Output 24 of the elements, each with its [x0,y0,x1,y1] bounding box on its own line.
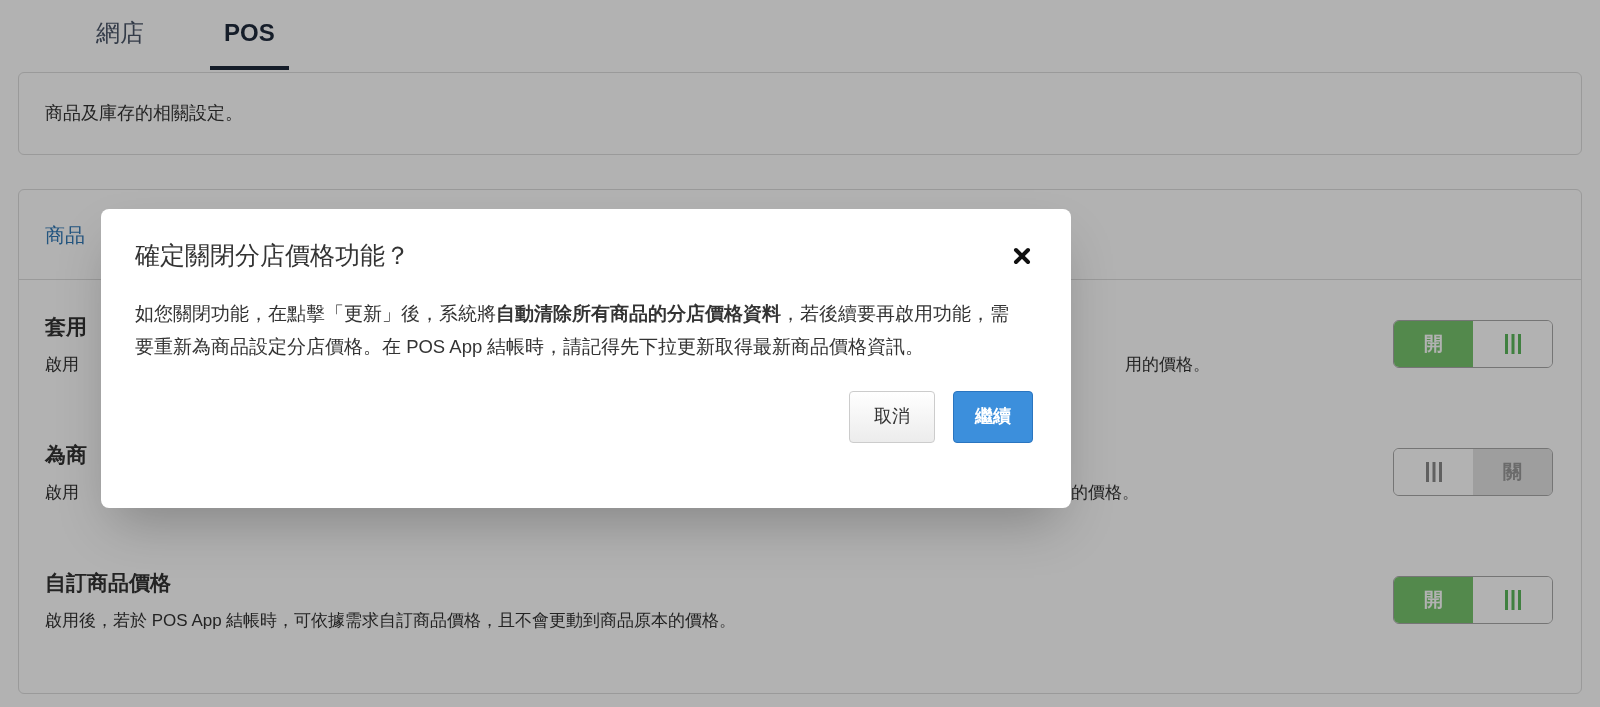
section-title: 商品 [45,222,85,248]
toggle-label: 開 [1394,321,1473,367]
setting-description: 啟用後，若於 POS App 結帳時，可依據需求自訂商品價格，且不會更動到商品原本的價格。 [45,610,737,632]
setting-description: 用的價格。 [1125,354,1210,376]
toggle-switch[interactable]: 開 [1393,320,1553,368]
toggle-switch[interactable]: 開 [1393,576,1553,624]
bars-icon [1425,462,1442,482]
continue-button[interactable]: 繼續 [953,390,1033,443]
setting-description: 的價格。 [1071,482,1139,504]
setting-description: 啟用 [45,354,79,376]
setting-title: 自訂商品價格 [45,569,171,596]
dialog-title: 確定關閉分店價格功能？ [135,240,410,271]
close-icon[interactable] [1013,246,1031,265]
bars-icon [1504,334,1521,354]
tab[interactable]: 網店 [82,0,158,70]
dialog-message: 如您關閉功能，在點擊「更新」後，系統將自動清除所有商品的分店價格資料，若後續要再啟用功能，需要重新為商品設定分店價格。在 POS App 結帳時，請記得先下拉更新取得最新商品價格資訊。 [135,301,1010,359]
cancel-button[interactable]: 取消 [849,390,935,443]
setting-description: 啟用 [45,482,79,504]
setting-title: 套用 [45,313,87,340]
tab[interactable]: POS [210,0,289,70]
toggle-label: 開 [1394,577,1473,623]
intro-text: 商品及庫存的相關設定。 [45,102,243,125]
setting-title: 為商 [45,441,87,468]
bars-icon [1504,590,1521,610]
